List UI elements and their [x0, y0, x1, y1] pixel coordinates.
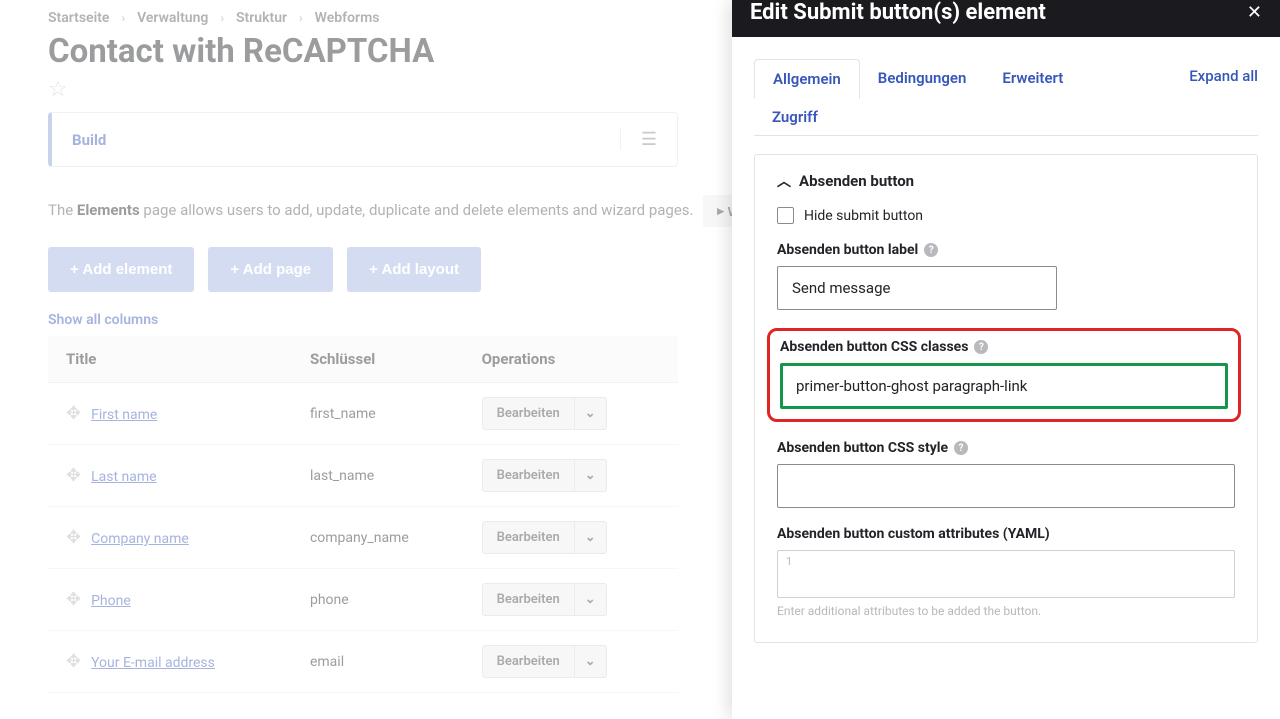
- css-style-label: Absenden button CSS style ?: [777, 440, 1235, 456]
- help-icon[interactable]: ?: [924, 243, 938, 257]
- yaml-line-number: 1: [786, 555, 792, 568]
- close-icon: ✕: [1247, 2, 1262, 22]
- close-button[interactable]: ✕: [1247, 2, 1262, 23]
- yaml-label: Absenden button custom attributes (YAML): [777, 526, 1235, 542]
- hide-submit-label: Hide submit button: [804, 208, 923, 224]
- hide-submit-checkbox[interactable]: [777, 207, 794, 224]
- yaml-hint: Enter additional attributes to be added …: [777, 604, 1235, 618]
- panel-header: Edit Submit button(s) element ✕: [732, 0, 1280, 37]
- edit-panel: Edit Submit button(s) element ✕ Allgemei…: [732, 0, 1280, 719]
- button-label-input[interactable]: [777, 266, 1057, 310]
- tab-bedingungen[interactable]: Bedingungen: [860, 59, 985, 99]
- css-classes-highlight: Absenden button CSS classes ?: [767, 328, 1241, 422]
- panel-title: Edit Submit button(s) element: [750, 0, 1046, 25]
- button-label-label: Absenden button label ?: [777, 242, 1235, 258]
- help-icon[interactable]: ?: [954, 441, 968, 455]
- css-classes-label: Absenden button CSS classes ?: [780, 339, 1228, 355]
- fieldset-legend[interactable]: ︿ Absenden button: [777, 171, 1235, 191]
- hide-submit-row: Hide submit button: [777, 207, 1235, 224]
- panel-tab-row: Allgemein Bedingungen Erweitert Zugriff …: [754, 59, 1258, 136]
- panel-body[interactable]: Allgemein Bedingungen Erweitert Zugriff …: [732, 37, 1280, 719]
- tab-erweitert[interactable]: Erweitert: [984, 59, 1081, 99]
- expand-all-link[interactable]: Expand all: [1189, 59, 1258, 85]
- absenden-fieldset: ︿ Absenden button Hide submit button Abs…: [754, 154, 1258, 643]
- css-classes-input[interactable]: [780, 363, 1228, 409]
- css-style-input[interactable]: [777, 464, 1235, 508]
- tab-zugriff[interactable]: Zugriff: [754, 98, 836, 136]
- help-icon[interactable]: ?: [974, 340, 988, 354]
- yaml-textarea[interactable]: 1: [777, 550, 1235, 598]
- tab-allgemein[interactable]: Allgemein: [754, 59, 860, 99]
- fieldset-title: Absenden button: [799, 172, 914, 190]
- chevron-up-icon: ︿: [777, 171, 791, 191]
- panel-tabs: Allgemein Bedingungen Erweitert Zugriff: [754, 59, 1114, 135]
